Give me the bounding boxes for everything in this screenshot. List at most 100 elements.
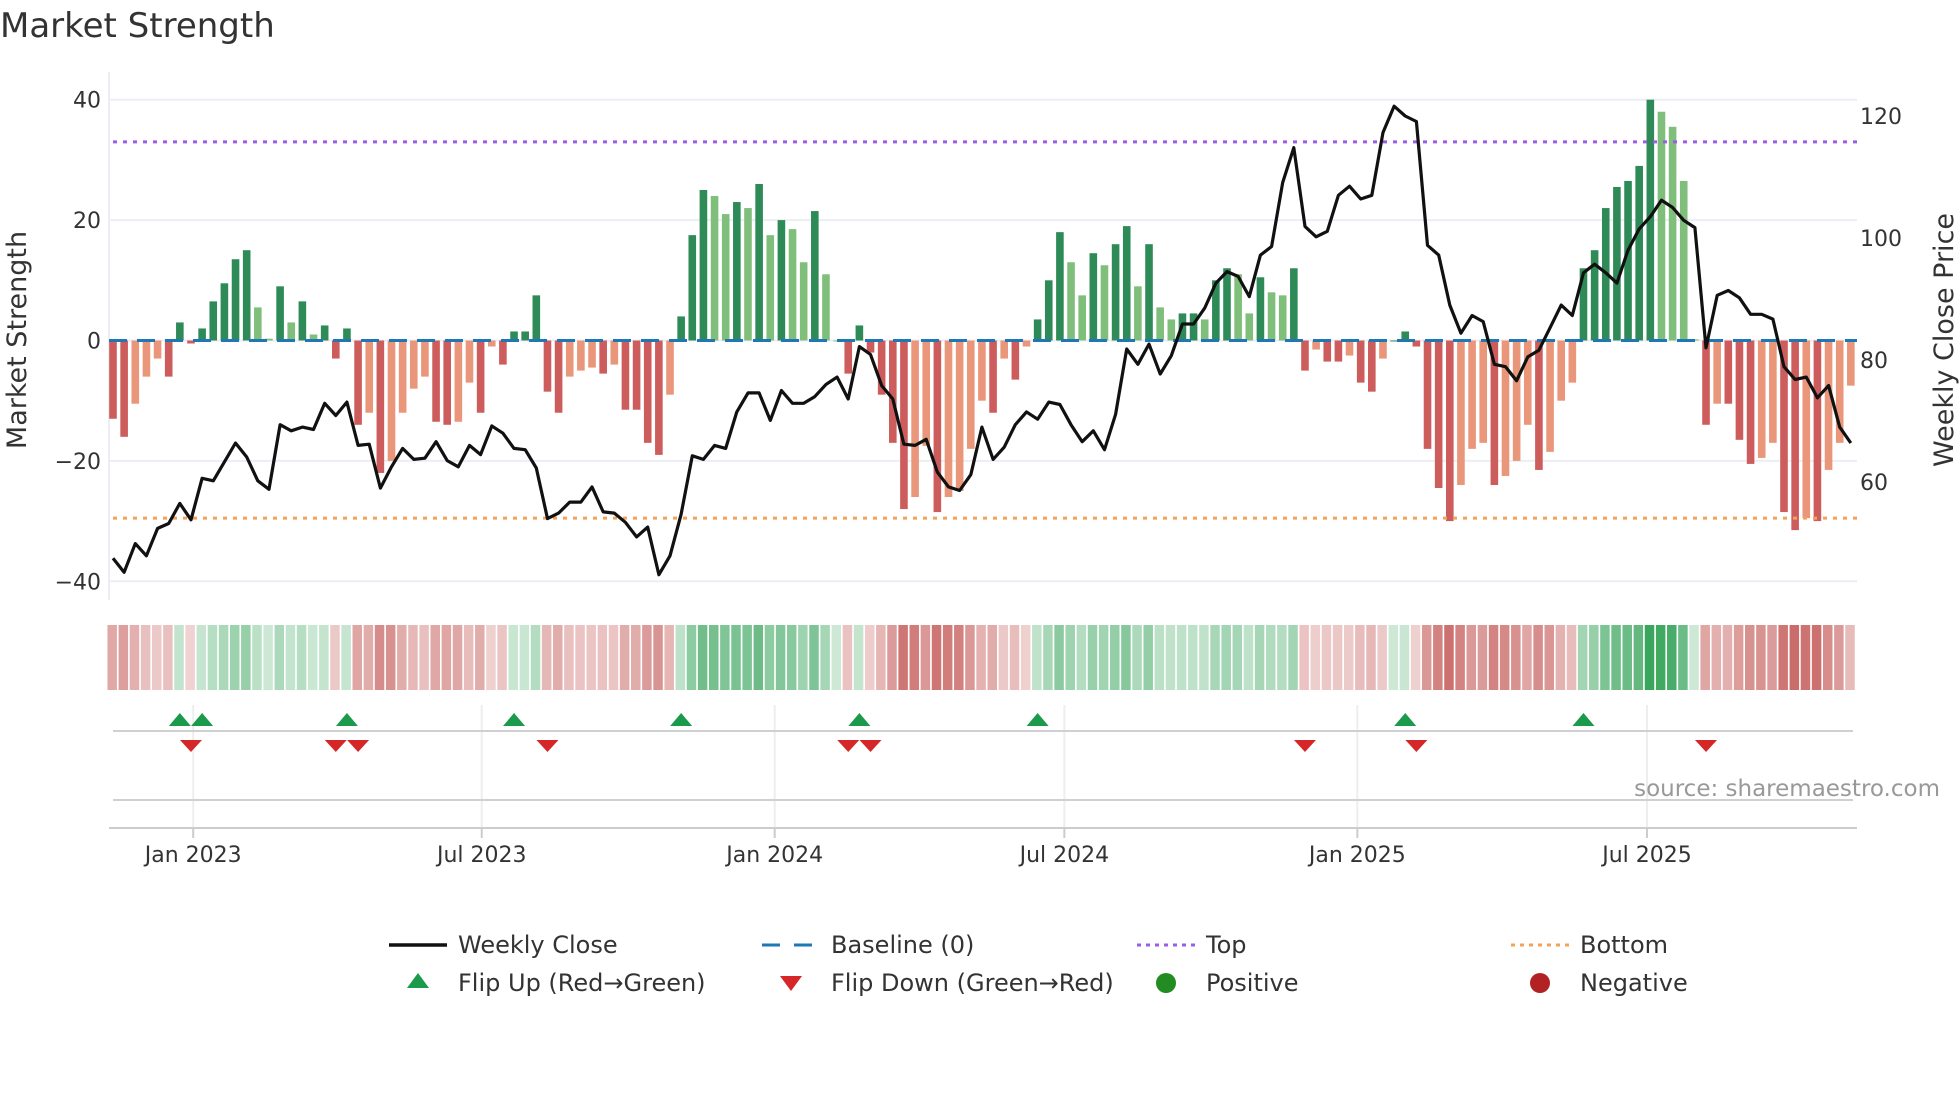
heat-cell xyxy=(631,625,641,690)
strength-bar xyxy=(588,340,596,368)
heat-cell xyxy=(1377,625,1387,690)
flip-up-marker xyxy=(503,713,526,726)
y2-tick-label: 120 xyxy=(1860,105,1902,130)
flip-up-marker xyxy=(670,713,693,726)
strength-bar xyxy=(1278,295,1287,341)
strength-bar xyxy=(1824,340,1833,470)
heat-cell xyxy=(775,625,786,690)
strength-bar xyxy=(164,340,173,377)
strength-bar xyxy=(1368,340,1376,392)
heat-cell xyxy=(140,625,151,690)
legend-label: Negative xyxy=(1580,969,1688,997)
heat-cell xyxy=(898,625,908,690)
heat-cell xyxy=(1499,625,1510,690)
heat-cell xyxy=(274,625,285,690)
legend-label: Flip Down (Green→Red) xyxy=(831,969,1114,997)
strength-bar xyxy=(398,340,407,413)
flip-down-marker xyxy=(536,740,559,752)
heat-cell xyxy=(1065,625,1075,690)
strength-bar xyxy=(721,214,730,341)
heat-cell xyxy=(887,625,897,690)
heat-cell xyxy=(1366,625,1376,690)
heat-cell xyxy=(597,625,608,690)
heat-cell xyxy=(909,625,920,690)
heat-cell xyxy=(1566,625,1577,690)
heat-cell xyxy=(1321,625,1332,690)
strength-bar xyxy=(1847,340,1855,386)
heat-cell xyxy=(151,625,162,690)
strength-bar xyxy=(1757,340,1766,458)
strength-bar xyxy=(900,340,908,510)
y-tick-label: 40 xyxy=(73,89,101,114)
legend-item-line: Weekly Close xyxy=(389,931,618,959)
strength-bar xyxy=(198,328,206,341)
y2-axis-label: Weekly Close Price xyxy=(1929,213,1960,467)
strength-bar xyxy=(755,183,763,341)
heat-cell xyxy=(1154,625,1165,690)
strength-bar xyxy=(1356,340,1365,383)
strength-bar xyxy=(153,340,162,359)
strength-bar xyxy=(209,301,218,341)
heat-cell xyxy=(374,625,385,690)
heat-cell xyxy=(1121,625,1131,690)
y-tick-label: 0 xyxy=(87,330,101,355)
heat-cell xyxy=(1533,625,1543,690)
strength-bar xyxy=(1813,340,1822,522)
strength-bar xyxy=(1769,340,1777,443)
y-axis-label: Market Strength xyxy=(2,231,33,449)
strength-bar xyxy=(1000,340,1008,359)
strength-bar xyxy=(320,325,329,341)
heat-cell xyxy=(976,625,986,690)
strength-bar xyxy=(1100,265,1109,341)
heat-cell xyxy=(708,625,719,690)
heat-cell xyxy=(1488,625,1499,690)
flip-down-marker xyxy=(837,740,860,752)
strength-bar xyxy=(1535,340,1543,470)
heat-cell xyxy=(1822,625,1833,690)
strength-bar xyxy=(1089,253,1098,341)
heat-cell xyxy=(675,625,686,690)
strength-bar xyxy=(889,340,897,443)
heat-cell xyxy=(1176,625,1187,690)
heat-cell xyxy=(965,625,975,690)
strength-bar xyxy=(1523,340,1532,425)
heat-cell xyxy=(1555,625,1566,690)
heat-cell xyxy=(1332,625,1343,690)
heat-cell xyxy=(1678,625,1688,690)
heat-cell xyxy=(742,625,752,690)
strength-bar xyxy=(1735,340,1744,440)
strength-bar xyxy=(1256,277,1265,341)
strength-bar xyxy=(276,286,284,341)
heat-cell xyxy=(1633,625,1644,690)
heat-cell xyxy=(118,625,129,690)
flip-up-marker xyxy=(335,713,358,726)
strength-bar xyxy=(766,235,775,341)
heat-cell xyxy=(1778,625,1788,690)
strength-bar xyxy=(788,229,797,341)
x-tick-label: Jul 2023 xyxy=(435,843,527,868)
heat-cell xyxy=(363,625,374,690)
strength-bar xyxy=(142,340,151,377)
x-tick-label: Jul 2025 xyxy=(1600,843,1692,868)
strength-bar xyxy=(1267,292,1276,341)
heat-cell xyxy=(1433,625,1443,690)
strength-bar xyxy=(1033,319,1042,341)
circle-icon xyxy=(1530,973,1550,993)
heat-cell xyxy=(1644,625,1655,690)
y2-tick-label: 80 xyxy=(1860,349,1888,374)
heat-cell xyxy=(486,625,496,690)
strength-bar xyxy=(1167,319,1176,341)
strength-bar xyxy=(1468,340,1476,449)
strength-bar xyxy=(1290,268,1298,341)
strength-bar xyxy=(298,301,307,341)
strength-bar xyxy=(109,340,117,419)
heat-cell xyxy=(1444,625,1454,690)
strength-bar xyxy=(543,340,552,392)
heat-cell xyxy=(330,625,340,690)
heat-cell xyxy=(1577,625,1588,690)
strength-bar xyxy=(955,340,964,491)
strength-bar xyxy=(1156,307,1164,341)
strength-bar xyxy=(1501,340,1510,476)
strength-bar xyxy=(777,220,786,341)
heat-cell xyxy=(1522,625,1532,690)
